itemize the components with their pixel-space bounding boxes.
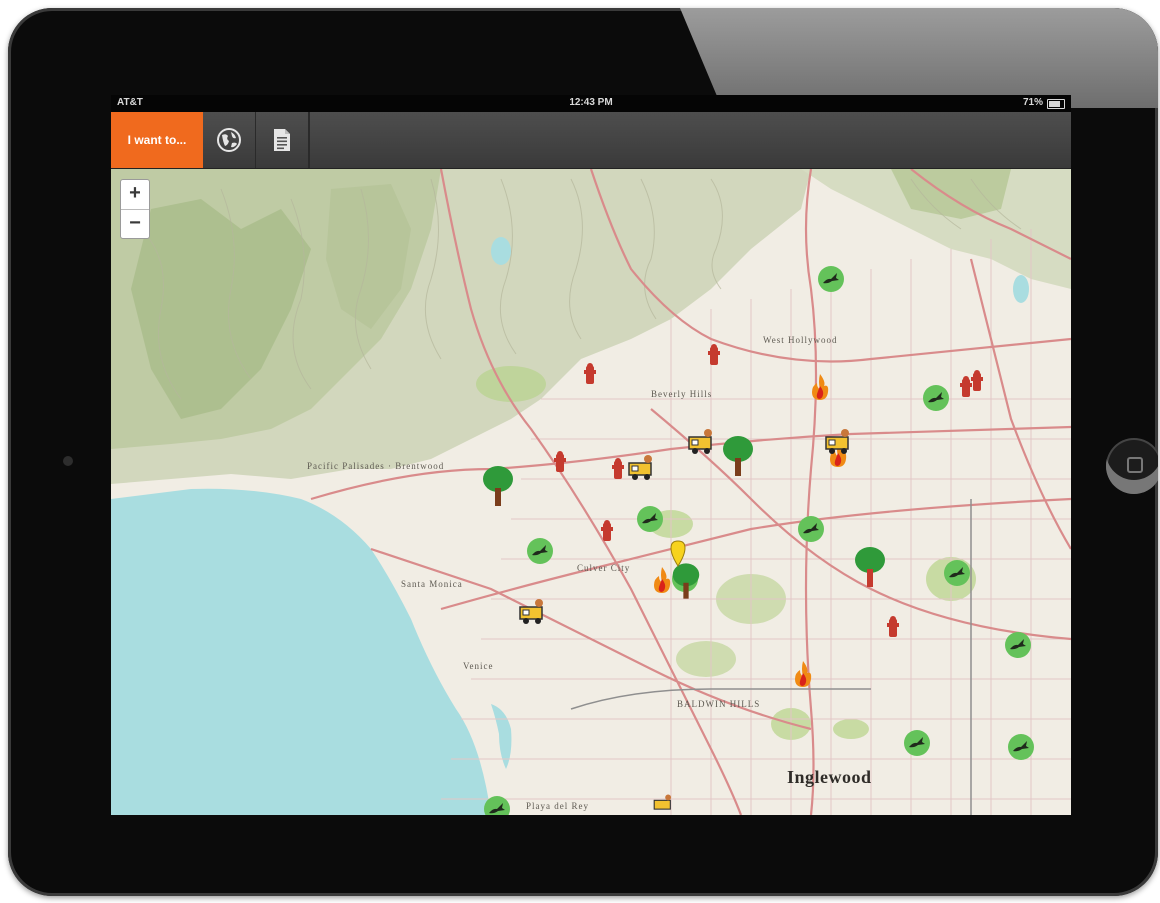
wildlife-marker[interactable]: [903, 729, 931, 757]
label-culver-city: Culver City: [577, 563, 631, 573]
selected-pin-marker[interactable]: [669, 539, 687, 567]
wildlife-marker[interactable]: [1007, 733, 1035, 761]
home-button-icon: [1127, 457, 1143, 473]
hydrant-marker[interactable]: [554, 450, 566, 474]
i-want-to-button[interactable]: I want to...: [111, 112, 203, 168]
crew-marker[interactable]: [651, 793, 675, 815]
map-canvas[interactable]: West Hollywood Beverly Hills Culver City…: [111, 169, 1071, 815]
zoom-in-button[interactable]: +: [121, 180, 149, 209]
crew-marker[interactable]: [686, 427, 716, 457]
i-want-to-label: I want to...: [127, 133, 187, 147]
fire-marker[interactable]: [651, 565, 673, 595]
label-pacific-palisades: Pacific Palisades · Brentwood: [307, 461, 445, 471]
wildlife-marker[interactable]: [797, 515, 825, 543]
wildlife-marker[interactable]: [943, 559, 971, 587]
app-toolbar: I want to...: [111, 112, 1071, 169]
crew-marker[interactable]: [626, 453, 656, 483]
hydrant-marker[interactable]: [612, 457, 624, 481]
wildlife-marker[interactable]: [636, 505, 664, 533]
label-playa-del-rey: Playa del Rey: [526, 801, 589, 811]
wildlife-marker[interactable]: [1004, 631, 1032, 659]
label-beverly-hills: Beverly Hills: [651, 389, 713, 399]
wildlife-marker[interactable]: [817, 265, 845, 293]
status-bar: AT&T 12:43 PM 71%: [111, 95, 1071, 112]
basemap-button[interactable]: [203, 112, 256, 168]
battery-icon: [1047, 99, 1065, 109]
fire-marker[interactable]: [809, 372, 831, 402]
battery-percent: 71%: [1022, 97, 1043, 108]
label-inglewood: Inglewood: [787, 767, 872, 787]
app-screen: AT&T 12:43 PM 71% I want to... West Holl…: [111, 95, 1071, 815]
crew-marker[interactable]: [517, 597, 547, 627]
hydrant-marker[interactable]: [971, 369, 983, 393]
tree-marker[interactable]: [853, 545, 887, 589]
basemap: [111, 169, 1071, 815]
tree-marker[interactable]: [721, 434, 755, 478]
hydrant-marker[interactable]: [708, 343, 720, 367]
hydrant-marker[interactable]: [887, 615, 899, 639]
device-reflection: [680, 8, 1158, 108]
zoom-out-button[interactable]: −: [121, 209, 149, 239]
crew-marker[interactable]: [823, 427, 853, 457]
label-baldwin-hills: BALDWIN HILLS: [677, 699, 761, 709]
legend-button[interactable]: [256, 112, 309, 168]
hydrant-marker[interactable]: [584, 362, 596, 386]
fire-marker[interactable]: [792, 659, 814, 689]
wildlife-marker[interactable]: [483, 795, 511, 815]
label-santa-monica: Santa Monica: [401, 579, 463, 589]
label-west-hollywood: West Hollywood: [763, 335, 838, 345]
toolbar-divider: [309, 112, 310, 168]
zoom-control: + −: [120, 179, 150, 239]
wildlife-marker[interactable]: [922, 384, 950, 412]
globe-icon: [217, 128, 241, 152]
label-venice: Venice: [463, 661, 494, 671]
tree-marker[interactable]: [481, 464, 515, 508]
document-icon: [274, 129, 290, 151]
tree-marker[interactable]: [671, 561, 701, 601]
front-camera: [63, 456, 73, 466]
hydrant-marker[interactable]: [601, 519, 613, 543]
wildlife-marker[interactable]: [526, 537, 554, 565]
status-clock: 12:43 PM: [569, 97, 613, 108]
